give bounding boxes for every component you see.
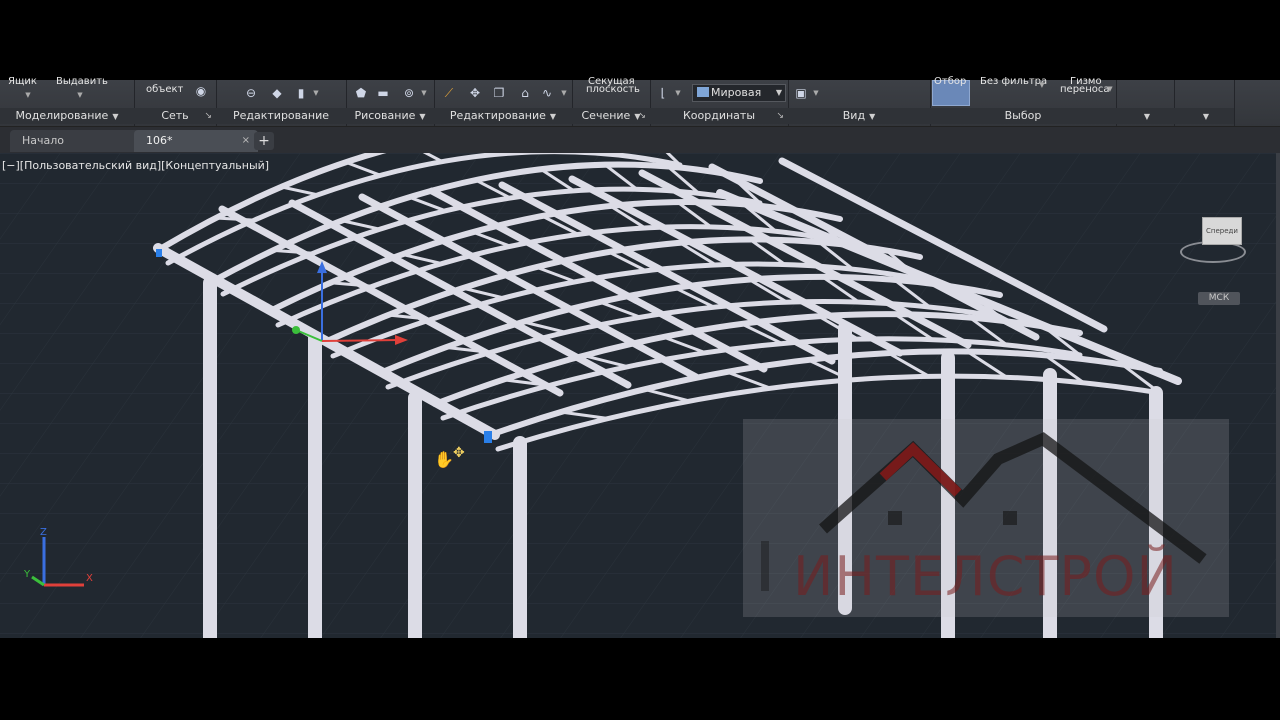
chevron-down-icon: ▼ [549, 112, 557, 121]
dialog-launcher-icon[interactable]: ↘ [204, 108, 212, 124]
panel-modeling-label: Моделирование [15, 109, 109, 122]
watermark-text: ИНТЕЛСТРОЙ [793, 545, 1178, 608]
viewport-edge [1276, 153, 1280, 638]
axis-z-label: Z [40, 527, 47, 538]
panel-coordinates-label: Координаты [682, 109, 756, 122]
tab-start[interactable]: Начало [10, 130, 140, 152]
pan-hand-icon: ✋ [434, 450, 454, 469]
tab-document-label: 106* [146, 134, 173, 147]
panel-draw: Рисование ▼ [346, 80, 435, 126]
tab-start-label: Начало [22, 134, 65, 147]
viewcube-face-front[interactable]: Спереди [1202, 217, 1242, 245]
ucs-icon: Z X Y [23, 527, 93, 587]
orbit-cursor-icon: ✥ [453, 445, 465, 461]
chevron-down-icon: ▼ [419, 112, 426, 121]
axis-y-label: Y [23, 569, 31, 580]
viewcube[interactable]: Спереди [1176, 211, 1246, 269]
letterbox-bottom [0, 638, 1280, 720]
chevron-down-icon: ▼ [869, 112, 876, 121]
panel-selection: Выбор [930, 80, 1117, 126]
close-icon[interactable]: × [242, 130, 250, 152]
tab-document[interactable]: 106* × [134, 130, 258, 152]
panel-draw-label: Рисование [354, 109, 416, 122]
panel-modify: Редактирование ▼ [434, 80, 573, 126]
letterbox-top [0, 0, 1280, 80]
panel-modeling: Моделирование ▼ [0, 80, 135, 126]
panel-overflow-1: ▼ [1116, 80, 1175, 126]
file-tabs: Начало 106* × + [0, 127, 1280, 153]
panel-view: Вид ▼ [788, 80, 931, 126]
dialog-launcher-icon[interactable]: ↘ [776, 108, 784, 124]
panel-solid-editing: Редактирование тела▼ [216, 80, 347, 138]
panel-overflow-2: ▼ [1174, 80, 1235, 126]
panel-section: Сечение ▼ ↘ [572, 80, 651, 126]
grip-point [484, 431, 492, 443]
axis-x-label: X [86, 573, 93, 584]
panel-view-label: Вид [842, 109, 866, 122]
chevron-down-icon: ▼ [1202, 112, 1210, 121]
grip-point [156, 249, 162, 257]
watermark: ИНТЕЛСТРОЙ [743, 419, 1229, 617]
chevron-down-icon: ▼ [112, 112, 119, 121]
panel-selection-label: Выбор [1004, 109, 1042, 122]
new-tab-button[interactable]: + [254, 132, 274, 150]
viewport-controls[interactable]: [−][Пользовательский вид][Концептуальный… [2, 159, 269, 172]
panel-section-label: Сечение [581, 109, 631, 122]
panel-modify-label: Редактирование [449, 109, 546, 122]
panel-mesh-label: Сеть [161, 109, 189, 122]
dialog-launcher-icon[interactable]: ↘ [638, 108, 646, 124]
panel-coordinates: Координаты ↘ [650, 80, 789, 126]
chevron-down-icon: ▼ [1143, 112, 1151, 121]
ribbon: Ящик Выдавить ▼ ▼ объект ◉ ⊖ ◆ ▮ ▼ ⬟ ▬ ⊚… [0, 76, 1280, 138]
ucs-menu-button[interactable]: МСК [1198, 292, 1240, 305]
panel-mesh: Сеть ↘ [134, 80, 217, 126]
model-viewport[interactable]: ✋ ✥ ИНТЕЛСТРОЙ [−][Пользовательский вид]… [0, 153, 1280, 638]
